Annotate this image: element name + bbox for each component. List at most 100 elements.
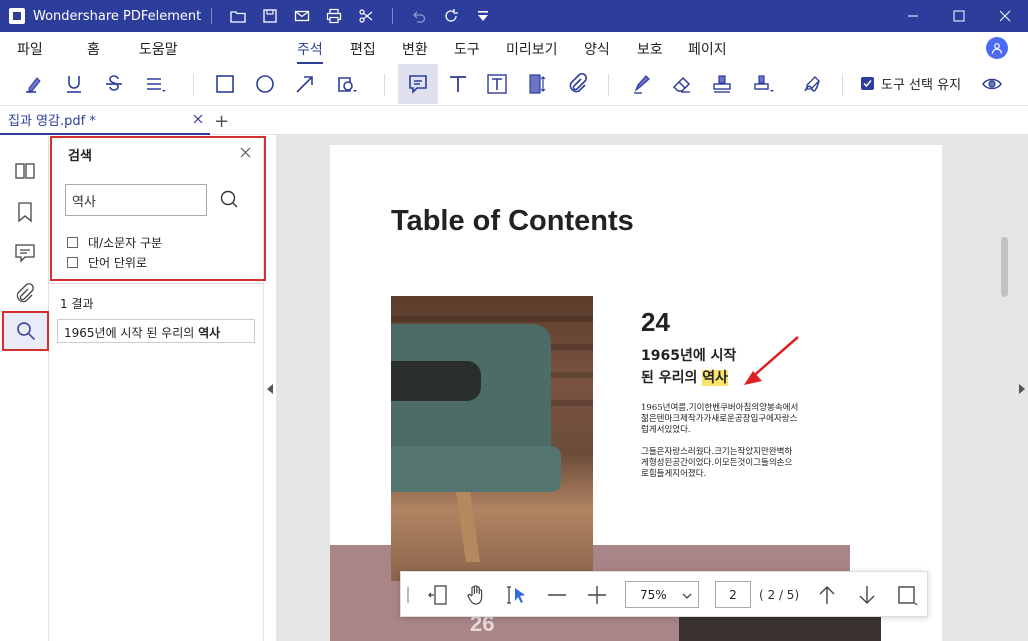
bookmark-icon[interactable]: [0, 192, 49, 232]
user-avatar-icon[interactable]: [986, 37, 1008, 59]
page-fit-icon[interactable]: [895, 583, 919, 607]
search-result-item[interactable]: 1965년에 시작 된 우리의 역사: [57, 319, 255, 343]
attachment-icon[interactable]: [0, 274, 49, 314]
titlebar-separator: [392, 8, 394, 24]
highlight-icon[interactable]: [18, 68, 50, 100]
article-title-line1: 1965년에 시작: [641, 348, 737, 364]
document-tab-label: 집과 영감.pdf *: [8, 114, 96, 129]
maximize-icon[interactable]: [936, 0, 982, 32]
callout-icon[interactable]: [522, 68, 554, 100]
menu-comment[interactable]: 주석: [297, 39, 323, 64]
rectangle-icon[interactable]: [209, 68, 241, 100]
article-title-line2-text: 된 우리의: [641, 370, 703, 386]
next-page-icon[interactable]: [855, 583, 879, 607]
keep-tool-checkbox[interactable]: [861, 77, 874, 90]
menu-help[interactable]: 도움말: [139, 39, 178, 59]
eye-icon[interactable]: [976, 68, 1008, 100]
collapse-panel-icon[interactable]: [267, 384, 273, 394]
article-paragraph: 그들은자랑스러웠다.크기는작았지만완벽하게형성된공간이었다.이모든것이그들의손으…: [641, 447, 793, 479]
expand-right-panel-icon[interactable]: [1019, 384, 1025, 394]
page-number-input[interactable]: 2: [715, 581, 751, 608]
chevron-down-icon: [682, 590, 692, 604]
thumbnails-icon[interactable]: [0, 151, 49, 191]
title-bar: Wondershare PDFelement: [0, 0, 1028, 32]
search-panel-title: 검색: [68, 149, 92, 164]
menu-preview[interactable]: 미리보기: [506, 39, 558, 59]
menu-protect[interactable]: 보호: [637, 39, 663, 59]
article-paragraph: 1965년여름,기이한벤쿠버아침의양봉속에서젊은텐마크제작가가새로운공장입구에자…: [641, 403, 799, 435]
menu-page[interactable]: 페이지: [688, 39, 727, 59]
menu-tools[interactable]: 도구: [454, 39, 480, 59]
menu-home[interactable]: 홈: [87, 39, 100, 59]
sofa-pillow: [391, 361, 481, 401]
drag-handle[interactable]: [407, 587, 409, 603]
vertical-scrollbar[interactable]: [1001, 237, 1008, 297]
match-case-checkbox[interactable]: [67, 237, 78, 248]
view-toolbar: 75% 2 ( 2 / 5): [400, 571, 928, 617]
undo-icon[interactable]: [403, 0, 435, 32]
ribbon-separator: [193, 74, 194, 96]
strikethrough-icon[interactable]: [98, 68, 130, 100]
match-case-option[interactable]: 대/소문자 구분: [67, 234, 162, 251]
zoom-out-icon[interactable]: [545, 583, 569, 607]
signature-icon[interactable]: [796, 68, 828, 100]
print-icon[interactable]: [318, 0, 350, 32]
annotation-arrow-icon: [744, 336, 799, 385]
scissors-icon[interactable]: [350, 0, 382, 32]
comment-icon[interactable]: [0, 233, 49, 273]
keep-tool-selected-option[interactable]: 도구 선택 유지: [861, 74, 961, 93]
fit-page-icon[interactable]: [426, 583, 450, 607]
titlebar-separator: [211, 8, 213, 24]
dropdown-icon[interactable]: [467, 0, 499, 32]
tab-close-icon[interactable]: [192, 113, 204, 129]
redo-icon[interactable]: [435, 0, 467, 32]
text-icon[interactable]: [442, 68, 474, 100]
minimize-icon[interactable]: [890, 0, 936, 32]
folder-icon[interactable]: [222, 0, 254, 32]
ribbon-separator: [384, 74, 385, 96]
textbox-icon[interactable]: [481, 68, 513, 100]
zoom-select[interactable]: 75%: [625, 581, 699, 608]
hand-icon[interactable]: [464, 583, 488, 607]
menu-convert[interactable]: 변환: [402, 39, 428, 59]
zoom-value: 75%: [640, 587, 667, 602]
arrow-icon[interactable]: [289, 68, 321, 100]
shape-icon[interactable]: [331, 68, 363, 100]
wood-stripe: [391, 316, 593, 322]
search-icon[interactable]: [2, 311, 49, 351]
circle-icon[interactable]: [249, 68, 281, 100]
result-match-text: 역사: [198, 326, 221, 340]
whole-word-checkbox[interactable]: [67, 257, 78, 268]
search-icon[interactable]: [219, 189, 239, 213]
close-icon[interactable]: [982, 0, 1028, 32]
sofa-photo: [391, 296, 593, 581]
result-text: 1965년에 시작 된 우리의: [64, 326, 199, 340]
add-tab-button[interactable]: +: [214, 111, 229, 132]
attachment-icon[interactable]: [562, 68, 594, 100]
stamp-icon[interactable]: [706, 68, 738, 100]
select-cursor-icon[interactable]: [505, 583, 529, 607]
previous-page-icon[interactable]: [815, 583, 839, 607]
document-tab[interactable]: 집과 영감.pdf *: [0, 106, 210, 135]
sofa-leg: [456, 492, 480, 562]
zoom-in-icon[interactable]: [585, 583, 609, 607]
article-number: 24: [641, 307, 670, 337]
search-panel: 검색 대/소문자 구분 단어 단위로 1 결과 1965년에 시작 된 우리의 …: [49, 135, 266, 641]
eraser-icon[interactable]: [666, 68, 698, 100]
menu-form[interactable]: 양식: [584, 39, 610, 59]
stamp-dropdown-icon[interactable]: [748, 68, 780, 100]
text-lines-icon[interactable]: [140, 68, 172, 100]
whole-word-option[interactable]: 단어 단위로: [67, 254, 147, 271]
menu-file[interactable]: 파일: [17, 39, 43, 59]
sticky-note-icon[interactable]: [398, 64, 438, 104]
page-heading: Table of Contents: [391, 205, 634, 237]
save-icon[interactable]: [254, 0, 286, 32]
menu-edit[interactable]: 편집: [350, 39, 376, 59]
underline-icon[interactable]: [58, 68, 90, 100]
search-input[interactable]: [65, 184, 207, 216]
app-title: Wondershare PDFelement: [33, 8, 202, 24]
pencil-icon[interactable]: [626, 68, 658, 100]
panel-divider: [49, 283, 264, 284]
panel-close-icon[interactable]: [240, 147, 251, 162]
mail-icon[interactable]: [286, 0, 318, 32]
